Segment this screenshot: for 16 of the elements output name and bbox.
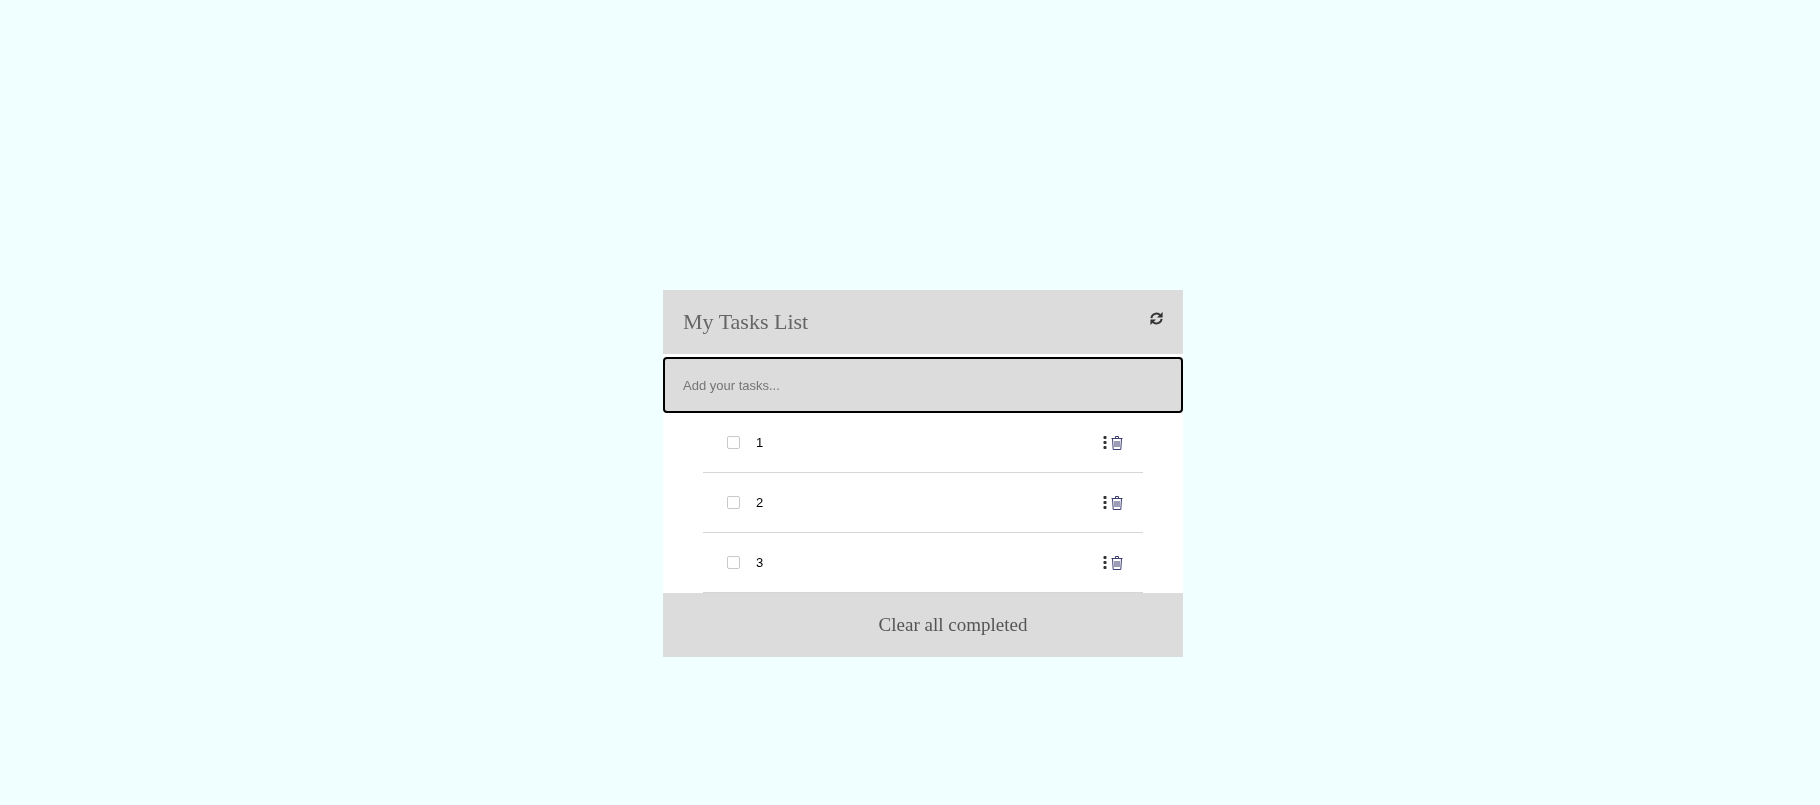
- trash-icon[interactable]: [1111, 495, 1123, 510]
- clear-completed-button[interactable]: Clear all completed: [663, 593, 1183, 657]
- list-title: My Tasks List: [683, 308, 809, 336]
- task-text: 1: [756, 434, 764, 451]
- task-checkbox[interactable]: [727, 436, 740, 449]
- refresh-icon[interactable]: [1149, 311, 1164, 326]
- task-text: 3: [756, 554, 764, 571]
- task-text: 2: [756, 494, 764, 511]
- task-checkbox[interactable]: [727, 556, 740, 569]
- task-input-field[interactable]: Add your tasks...: [663, 357, 1183, 413]
- vertical-dots-icon[interactable]: [1103, 556, 1107, 569]
- vertical-dots-icon[interactable]: [1103, 436, 1107, 449]
- task-checkbox[interactable]: [727, 496, 740, 509]
- trash-icon[interactable]: [1111, 555, 1123, 570]
- vertical-dots-icon[interactable]: [1103, 496, 1107, 509]
- trash-icon[interactable]: [1111, 435, 1123, 450]
